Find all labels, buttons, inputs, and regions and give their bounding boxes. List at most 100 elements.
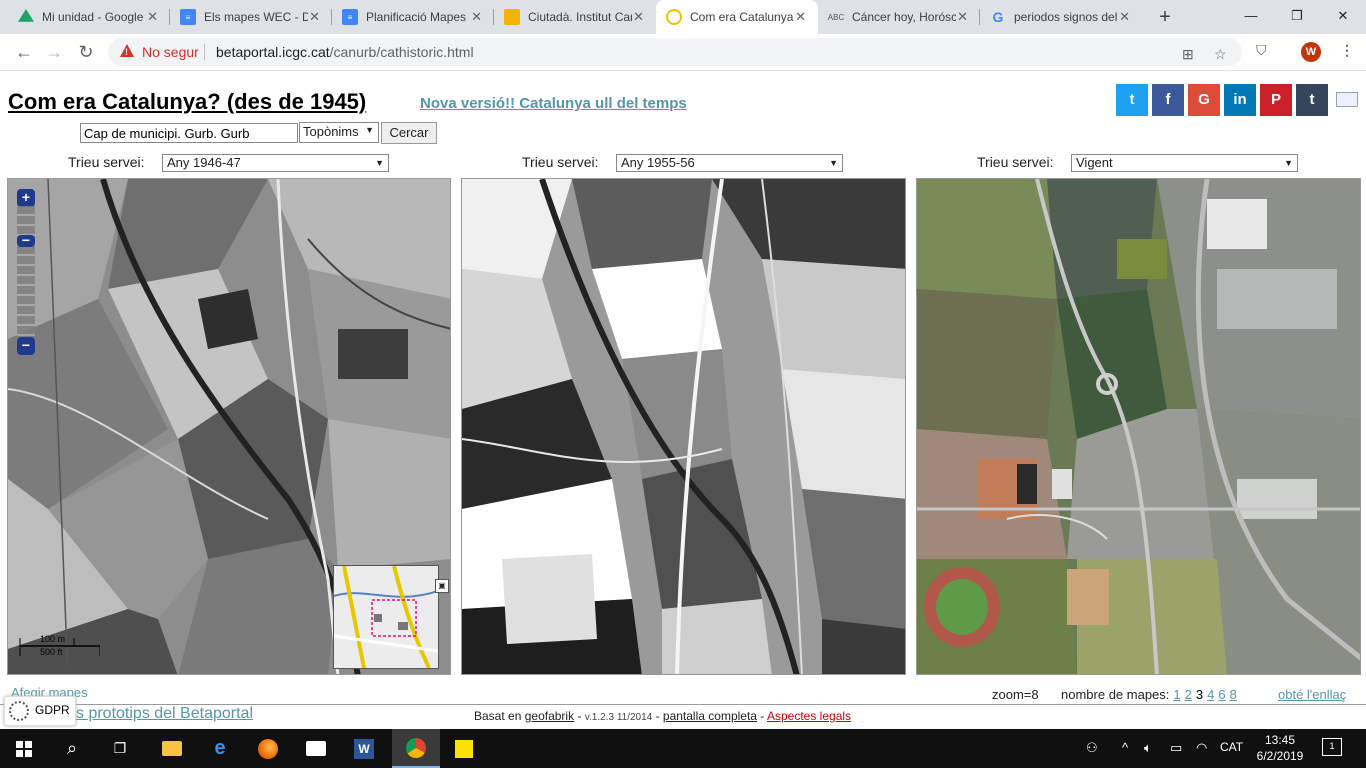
gdpr-button[interactable]: GDPR — [4, 696, 76, 726]
firefox-icon — [258, 738, 278, 759]
minimap-toggle-button[interactable]: ▣ — [435, 579, 449, 593]
new-version-link[interactable]: Nova versió!! Catalunya ull del temps — [420, 95, 687, 112]
new-tab-button[interactable]: + — [1152, 4, 1178, 30]
back-button[interactable]: ← — [12, 40, 36, 64]
forward-button[interactable]: → — [42, 40, 66, 64]
file-explorer-button[interactable] — [148, 729, 196, 768]
chrome-button[interactable] — [392, 729, 440, 768]
twitter-button[interactable]: t — [1116, 84, 1148, 116]
num-maps-4[interactable]: 4 — [1207, 687, 1214, 702]
translate-icon[interactable]: ⊞ — [1182, 46, 1194, 63]
battery-icon[interactable]: ▭ — [1170, 740, 1182, 756]
sticky-notes-icon — [455, 739, 473, 758]
pinterest-button[interactable]: P — [1260, 84, 1292, 116]
slides-icon — [504, 9, 520, 25]
zoom-slider-handle[interactable]: − — [17, 233, 35, 247]
map-panel-1955[interactable] — [461, 178, 906, 675]
close-icon[interactable]: ✕ — [309, 10, 320, 24]
chrome-icon — [406, 737, 426, 758]
service-select-3[interactable]: Vigent ▼ — [1071, 154, 1298, 172]
facebook-button[interactable]: f — [1152, 84, 1184, 116]
tab-ciutada[interactable]: Ciutadà. Institut Cartogràfic ✕ — [494, 0, 656, 34]
scale-bar: 100 m 500 ft — [18, 634, 100, 660]
close-icon[interactable]: ✕ — [795, 10, 806, 24]
close-icon[interactable]: ✕ — [633, 10, 644, 24]
num-maps-2[interactable]: 2 — [1185, 687, 1192, 702]
mail-icon[interactable] — [1336, 92, 1358, 107]
network-icon[interactable]: ◠ — [1196, 740, 1207, 756]
legal-link[interactable]: Aspectes legals — [767, 709, 851, 723]
google-plus-button[interactable]: G — [1188, 84, 1220, 116]
map-panel-1946[interactable]: + − − 100 m 500 ft ▣ — [7, 178, 451, 675]
page-title[interactable]: Com era Catalunya? (des de 1945) — [8, 89, 366, 115]
avatar[interactable]: W — [1301, 42, 1321, 62]
service-label: Trieu servei: — [977, 154, 1054, 170]
close-icon[interactable]: ✕ — [957, 10, 968, 24]
restore-button[interactable]: ❐ — [1274, 0, 1320, 32]
camera-app-button[interactable] — [292, 729, 340, 768]
scale-meters: 100 m — [40, 634, 66, 644]
search-input[interactable] — [80, 123, 298, 143]
close-icon[interactable]: ✕ — [147, 10, 158, 24]
search-button[interactable]: ⌕ — [48, 729, 96, 768]
zoom-out-button[interactable]: − — [17, 337, 35, 355]
close-icon[interactable]: ✕ — [471, 10, 482, 24]
docs-icon: ≡ — [342, 9, 358, 25]
notifications-icon[interactable]: 1 — [1322, 738, 1342, 756]
start-button[interactable] — [0, 729, 48, 768]
sticky-notes-button[interactable] — [440, 729, 488, 768]
search-button[interactable]: Cercar — [381, 122, 437, 144]
tab-com-era-catalunya[interactable]: Com era Catalunya? ✕ — [656, 0, 818, 34]
linkedin-icon: in — [1233, 91, 1247, 108]
firefox-button[interactable] — [244, 729, 292, 768]
close-icon[interactable]: ✕ — [1119, 10, 1130, 24]
tab-planificacio[interactable]: ≡ Planificació Mapes ✕ — [332, 0, 494, 34]
num-maps-1[interactable]: 1 — [1173, 687, 1180, 702]
drive-icon — [18, 9, 34, 22]
url-text[interactable]: betaportal.icgc.cat/canurb/cathistoric.h… — [216, 44, 474, 60]
security-label[interactable]: No segur — [142, 44, 199, 60]
tab-periodos-signos[interactable]: G periodos signos del zodiaco ✕ — [980, 0, 1142, 34]
service-select-1[interactable]: Any 1946-47 ▼ — [162, 154, 389, 172]
tumblr-button[interactable]: t — [1296, 84, 1328, 116]
aerial-photo-1955 — [462, 179, 905, 674]
close-window-button[interactable]: ✕ — [1320, 0, 1366, 32]
status-line: zoom=8 nombre de mapes: 1 2 3 4 6 8 obté l'enl… — [0, 683, 1366, 703]
people-icon[interactable]: ⚇ — [1086, 740, 1098, 756]
zoom-slider[interactable] — [17, 206, 35, 340]
chevron-down-icon: ▼ — [365, 125, 374, 135]
facebook-icon: f — [1165, 91, 1171, 108]
volume-icon[interactable]: 🔈︎ — [1144, 740, 1152, 756]
map-panel-vigent[interactable] — [916, 178, 1361, 675]
edge-button[interactable]: e — [196, 729, 244, 768]
tumblr-icon: t — [1309, 91, 1315, 108]
star-icon[interactable]: ☆ — [1214, 46, 1227, 63]
search-type-select[interactable]: Topònims ▼ — [299, 122, 379, 143]
linkedin-button[interactable]: in — [1224, 84, 1256, 116]
num-maps-8[interactable]: 8 — [1230, 687, 1237, 702]
tab-google-drive[interactable]: Mi unidad - Google Drive ✕ — [8, 0, 170, 34]
chevron-up-icon[interactable]: ^ — [1122, 740, 1128, 755]
num-maps-6[interactable]: 6 — [1218, 687, 1225, 702]
menu-icon[interactable]: ⋮ — [1340, 42, 1354, 59]
geofabrik-link[interactable]: geofabrik — [525, 709, 574, 723]
task-view-button[interactable]: ❐ — [96, 729, 144, 768]
clock[interactable]: 13:45 6/2/2019 — [1255, 732, 1305, 764]
word-button[interactable]: W — [340, 729, 388, 768]
fullscreen-link[interactable]: pantalla completa — [663, 709, 757, 723]
get-link[interactable]: obté l'enllaç — [1278, 687, 1346, 702]
docs-icon: ≡ — [180, 9, 196, 25]
zoom-in-button[interactable]: + — [17, 189, 35, 207]
shield-icon[interactable]: ⛉ — [1256, 42, 1267, 59]
overview-minimap[interactable] — [333, 565, 439, 669]
warning-icon[interactable]: ! — [120, 44, 134, 57]
prototips-link[interactable]: s prototips del Betaportal — [76, 705, 253, 723]
address-bar[interactable]: ! No segur betaportal.icgc.cat/canurb/ca… — [108, 38, 1242, 66]
windows-icon — [16, 740, 32, 757]
reload-button[interactable]: ↻ — [74, 40, 98, 64]
language-indicator[interactable]: CAT — [1220, 740, 1243, 754]
minimize-button[interactable]: — — [1228, 0, 1274, 32]
tab-els-mapes[interactable]: ≡ Els mapes WEC - Documentos ✕ — [170, 0, 332, 34]
service-select-2[interactable]: Any 1955-56 ▼ — [616, 154, 843, 172]
tab-cancer-hoy[interactable]: ABC Cáncer hoy, Horóscopo ✕ — [818, 0, 980, 34]
